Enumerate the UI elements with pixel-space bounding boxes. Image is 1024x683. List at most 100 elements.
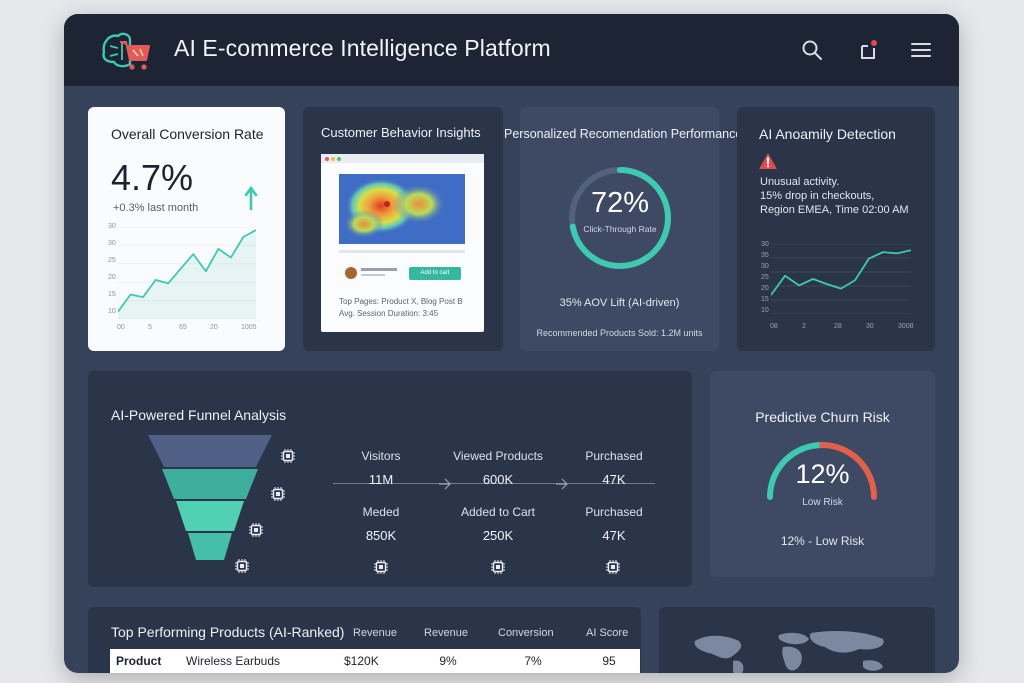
conversion-trend-chart [118,227,256,319]
churn-summary: 12% - Low Risk [780,534,865,548]
column-header-ai-score[interactable]: AI Score [586,627,628,639]
y-tick-label: 25 [761,274,769,281]
funnel-stage [176,501,244,531]
conversion-rate-card: Overall Conversion Rate 4.7% +0.3% last … [88,107,285,351]
funnel-stage-label: Added to Cart [460,505,536,519]
anomaly-trend-chart [771,244,911,314]
anomaly-detection-card: AI Anoamily Detection Unusual activity. … [737,107,935,351]
bell-icon[interactable] [856,38,880,62]
trend-area [118,230,256,319]
product-name: Wireless Earbuds [180,649,338,673]
product-revenue-share: 9% [408,649,488,673]
warning-triangle-icon [759,153,777,169]
funnel-card-title: AI-Powered Funnel Analysis [111,407,287,423]
anomaly-line-3: Region EMEA, Time 02:00 AM [760,204,909,216]
y-tick-label: 30 [108,240,116,247]
y-tick-label: 25 [108,257,116,264]
world-map-card [659,607,935,673]
anomaly-line-1: Unusual activity. [760,176,840,188]
preview-text-line [361,274,385,276]
y-tick-label: 10 [761,307,769,314]
funnel-analysis-card: AI-Powered Funnel Analysis Visitors 11M Vi… [88,371,692,587]
x-tick-label: 08 [770,323,778,330]
y-tick-label: 15 [761,296,769,303]
x-tick-label: 30 [866,323,874,330]
funnel-stage-value: 850K [365,528,397,543]
conversion-delta: +0.3% last month [113,202,199,214]
column-header-revenue-share[interactable]: Revenue [424,627,468,639]
browser-bar [321,154,484,163]
recommendation-card-title: Personalized Recomendation Performance [504,127,743,141]
ai-chip-icon [234,558,250,574]
ai-brain-cart-logo [102,32,150,70]
window-dot-icon [331,157,335,161]
ai-chip-icon [373,559,389,575]
preview-add-to-cart-button[interactable]: Add to cart [409,267,461,280]
y-tick-label: 20 [761,285,769,292]
recommendation-performance-card: Personalized Recomendation Performance 7… [504,107,742,351]
trend-up-arrow-icon [244,185,258,211]
anomaly-card-title: AI Anoamily Detection [759,126,896,142]
column-header-conversion[interactable]: Conversion [498,627,554,639]
search-icon[interactable] [800,38,824,62]
y-tick-label: 10 [108,308,116,315]
ai-chip-icon [280,448,296,464]
funnel-stage-label: Viewed Products [453,449,543,463]
y-tick-label: 30 [761,241,769,248]
hamburger-menu-icon[interactable] [909,38,933,62]
column-header-revenue[interactable]: Revenue [353,627,397,639]
funnel-stage-label: Purchased [585,449,643,463]
behavior-insights-card: Customer Behavior Insights Add to cart T… [303,107,503,351]
funnel-stage-label: Meded [362,505,400,519]
churn-value: 12% [795,459,850,489]
top-bar: AI E-commerce Intelligence Platform [64,14,959,86]
row-label: Product [110,649,180,673]
product-conversion: 7% [488,649,578,673]
funnel-stage-label: Visitors [361,449,401,463]
ctr-label: Click-Through Rate [583,224,657,234]
x-tick-label: 28 [834,323,842,330]
ai-chip-icon [270,486,286,502]
y-tick-label: 20 [108,274,116,281]
click-heatmap [339,174,465,244]
y-tick-label: 30 [108,223,116,230]
world-map [694,631,884,673]
ai-chip-icon [490,559,506,575]
conversion-value: 4.7% [111,157,194,198]
products-card-title: Top Performing Products (AI-Ranked) [111,624,345,640]
aov-lift-text: 35% AOV Lift (AI-driven) [559,297,680,309]
churn-risk-card: Predictive Churn Risk 12% Low Risk 12% -… [710,371,935,577]
x-tick-label: 20 [210,324,218,331]
funnel-stage-value: 47K [602,472,626,487]
top-products-card: Top Performing Products (AI-Ranked) Reve… [88,607,641,673]
window-dot-icon [325,157,329,161]
funnel-stage [188,533,232,560]
heatmap-preview: Add to cart Top Pages: Product X, Blog P… [321,154,484,332]
x-tick-label: 00 [117,324,125,331]
ai-chip-icon [605,559,621,575]
churn-risk-label: Low Risk [802,497,843,508]
session-duration-text: Avg. Session Duration: 3:45 [339,309,439,318]
y-tick-label: 30 [761,263,769,270]
funnel-stage-label: Purchased [585,505,643,519]
x-tick-label: 1005 [241,324,257,331]
churn-card-title: Predictive Churn Risk [755,409,890,425]
anomaly-line-2: 15% drop in checkouts, [760,190,875,202]
product-ai-score: 95 [578,649,640,673]
app-window: AI E-commerce Intelligence Platform Over… [64,14,959,673]
preview-divider [339,250,465,253]
app-title: AI E-commerce Intelligence Platform [174,35,551,61]
recommended-units-text: Recommended Products Sold: 1.2M units [536,328,703,338]
x-tick-label: 2 [802,323,806,330]
product-revenue: $120K [338,649,408,673]
x-tick-label: 65 [179,324,187,331]
y-tick-label: 15 [108,291,116,298]
ai-chip-icon [248,522,264,538]
funnel-stage-value: 250K [482,528,514,543]
x-tick-label: 5 [148,324,152,331]
funnel-stage-value: 47K [602,528,626,543]
preview-text-line [361,268,397,271]
x-tick-label: 3008 [898,323,914,330]
funnel-stage-value: 600K [482,472,514,487]
table-row[interactable]: Product Wireless Earbuds $120K 9% 7% 95 [110,649,640,673]
